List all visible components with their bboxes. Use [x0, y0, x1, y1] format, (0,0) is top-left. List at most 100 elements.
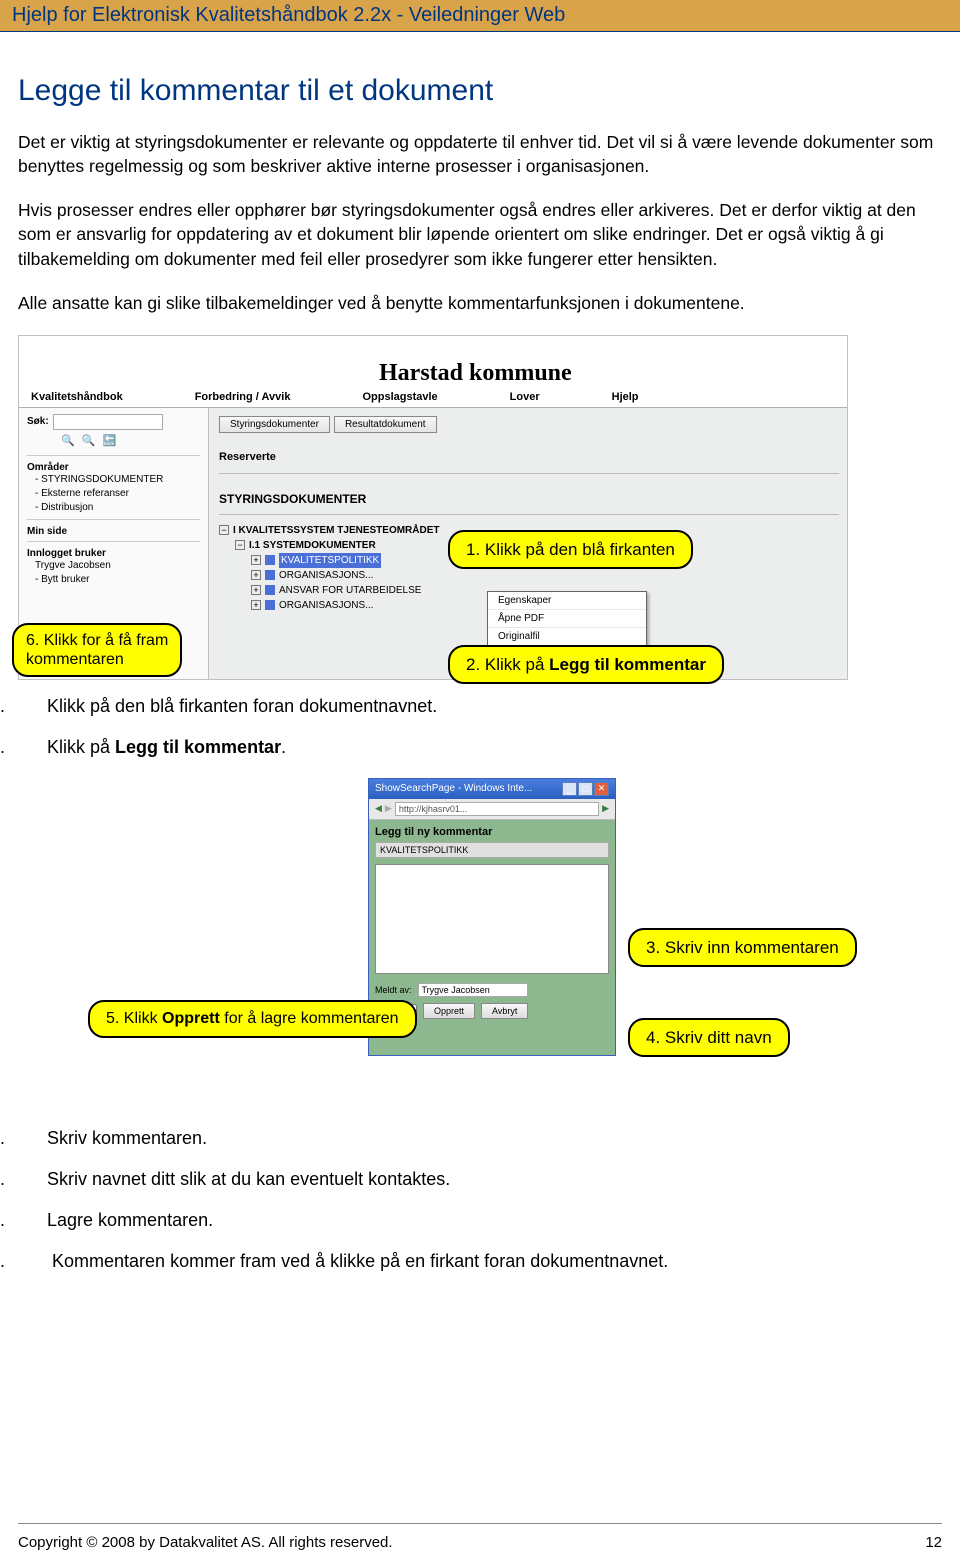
innlogget-label: Innlogget bruker — [27, 548, 200, 559]
popup-body: Legg til ny kommentar KVALITETSPOLITIKK … — [369, 820, 615, 1025]
step-5: 5. Lagre kommentaren. — [18, 1210, 942, 1231]
main-button-row: Styringsdokumenter Resultatdokument — [219, 416, 839, 433]
minside-label[interactable]: Min side — [27, 526, 200, 537]
callout-text: 1. Klikk på den blå firkanten — [466, 540, 675, 559]
doc-icon[interactable] — [265, 585, 275, 595]
meldt-label: Meldt av: — [375, 985, 412, 995]
expand-icon[interactable]: + — [251, 600, 261, 610]
step-bold: Legg til kommentar — [115, 737, 281, 757]
avbryt-button[interactable]: Avbryt — [481, 1003, 528, 1019]
tree-doc[interactable]: ORGANISASJONS... — [279, 568, 373, 583]
window-buttons: _ □ ✕ — [562, 782, 609, 796]
expand-icon[interactable]: + — [251, 585, 261, 595]
tab-forbedring[interactable]: Forbedring / Avvik — [195, 391, 291, 403]
callout-5: 5. Klikk Opprett for å lagre kommentaren — [88, 1000, 417, 1038]
comment-textarea[interactable] — [375, 864, 609, 974]
callout-1: 1. Klikk på den blå firkanten — [448, 530, 693, 569]
copyright: Copyright © 2008 by Datakvalitet AS. All… — [18, 1534, 393, 1551]
callout-text: 4. Skriv ditt navn — [646, 1028, 772, 1047]
omrade-item[interactable]: - STYRINGSDOKUMENTER — [35, 473, 200, 487]
callout-bold: Legg til kommentar — [549, 655, 706, 674]
forward-icon[interactable]: ▶ — [385, 803, 392, 814]
doc-icon[interactable] — [265, 570, 275, 580]
step-text: Lagre kommentaren. — [47, 1210, 213, 1230]
main-heading: Legge til kommentar til et dokument — [18, 74, 942, 108]
tree-doc-selected[interactable]: KVALITETSPOLITIKK — [279, 553, 381, 568]
step-3: 3. Skriv kommentaren. — [18, 1128, 942, 1149]
omrader-list: - STYRINGSDOKUMENTER - Eksterne referans… — [27, 473, 200, 515]
user-name: Trygve Jacobsen — [35, 559, 200, 573]
minimize-icon[interactable]: _ — [562, 782, 577, 796]
tree-doc[interactable]: ANSVAR FOR UTARBEIDELSE — [279, 583, 421, 598]
btn-styringsdokumenter[interactable]: Styringsdokumenter — [219, 416, 330, 433]
step-text: Klikk på — [47, 737, 115, 757]
screenshot2-wrap: ShowSearchPage - Windows Inte... _ □ ✕ ◀… — [18, 778, 942, 1118]
callout-text: 5. Klikk — [106, 1010, 162, 1027]
ctx-apne-pdf[interactable]: Åpne PDF — [488, 610, 646, 628]
expand-icon[interactable]: + — [251, 570, 261, 580]
page-number: 12 — [925, 1534, 942, 1551]
step-list: 1. Klikk på den blå firkanten foran doku… — [18, 696, 942, 758]
doc-icon[interactable] — [265, 600, 275, 610]
omrade-item[interactable]: - Eksterne referanser — [35, 487, 200, 501]
callout-text: 2. Klikk på — [466, 655, 549, 674]
callout-3: 3. Skriv inn kommentaren — [628, 928, 857, 967]
omrade-item[interactable]: - Distribusjon — [35, 501, 200, 515]
btn-resultatdokument[interactable]: Resultatdokument — [334, 416, 437, 433]
page-footer: Copyright © 2008 by Datakvalitet AS. All… — [18, 1523, 942, 1551]
meldt-row: Meldt av: — [375, 983, 609, 997]
search-label: Søk: — [27, 416, 49, 427]
callout-6: 6. Klikk for å få fram kommentaren — [12, 623, 182, 677]
tree-doc[interactable]: ORGANISASJONS... — [279, 598, 373, 613]
back-icon[interactable]: ◀ — [375, 803, 382, 814]
paragraph-2: Hvis prosesser endres eller opphører bør… — [18, 198, 942, 270]
step-text: Skriv kommentaren. — [47, 1128, 207, 1148]
tree-label: I KVALITETSSYSTEM TJENESTEOMRÅDET — [233, 523, 440, 538]
reserverte-header: Reserverte — [219, 451, 839, 463]
main-pane: Styringsdokumenter Resultatdokument Rese… — [219, 416, 839, 613]
popup-heading: Legg til ny kommentar — [375, 826, 609, 838]
app-tabs: Kvalitetshåndbok Forbedring / Avvik Opps… — [31, 391, 639, 403]
window-title: ShowSearchPage - Windows Inte... — [375, 783, 532, 794]
window-titlebar: ShowSearchPage - Windows Inte... _ □ ✕ — [369, 779, 615, 799]
tab-hjelp[interactable]: Hjelp — [612, 391, 639, 403]
content: Legge til kommentar til et dokument Det … — [0, 32, 960, 1312]
ctx-originalfil[interactable]: Originalfil — [488, 628, 646, 646]
callout-bold: Opprett — [162, 1010, 220, 1027]
section-title: STYRINGSDOKUMENTER — [219, 492, 839, 506]
step-list-2: 3. Skriv kommentaren. 4. Skriv navnet di… — [18, 1128, 942, 1272]
callout-text: 3. Skriv inn kommentaren — [646, 938, 839, 957]
expand-icon[interactable]: + — [251, 555, 261, 565]
opprett-button[interactable]: Opprett — [423, 1003, 475, 1019]
step-text: Kommentaren kommer fram ved å klikke på … — [52, 1251, 668, 1271]
search-input[interactable] — [53, 414, 163, 430]
callout-line: 6. Klikk for å få fram — [26, 631, 168, 650]
go-icon[interactable]: ▶ — [602, 803, 609, 814]
tab-oppslagstavle[interactable]: Oppslagstavle — [362, 391, 437, 403]
meldt-input[interactable] — [418, 983, 528, 997]
callout-line: kommentaren — [26, 650, 168, 669]
step-text: Klikk på den blå firkanten foran dokumen… — [47, 696, 437, 716]
step-1: 1. Klikk på den blå firkanten foran doku… — [18, 696, 942, 717]
maximize-icon[interactable]: □ — [578, 782, 593, 796]
bytt-bruker-link[interactable]: - Bytt bruker — [35, 573, 200, 587]
search-icons[interactable]: 🔍 🔍 🔙 — [61, 434, 200, 447]
user-info: Trygve Jacobsen - Bytt bruker — [27, 559, 200, 587]
step-text: Skriv navnet ditt slik at du kan eventue… — [47, 1169, 450, 1189]
doc-icon[interactable] — [265, 555, 275, 565]
tree-row[interactable]: + ORGANISASJONS... — [219, 568, 839, 583]
browser-toolbar: ◀ ▶ http://kjhasrv01... ▶ — [369, 799, 615, 820]
tab-lover[interactable]: Lover — [510, 391, 540, 403]
tab-kvalitetshandbok[interactable]: Kvalitetshåndbok — [31, 391, 123, 403]
paragraph-1: Det er viktig at styringsdokumenter er r… — [18, 130, 942, 178]
collapse-icon[interactable]: − — [219, 525, 229, 535]
callout-2: 2. Klikk på Legg til kommentar — [448, 645, 724, 684]
step-6: 6. Kommentaren kommer fram ved å klikke … — [18, 1251, 942, 1272]
app-logo: Harstad kommune — [379, 360, 572, 387]
ctx-egenskaper[interactable]: Egenskaper — [488, 592, 646, 610]
header-title: Hjelp for Elektronisk Kvalitetshåndbok 2… — [12, 4, 565, 26]
collapse-icon[interactable]: − — [235, 540, 245, 550]
close-icon[interactable]: ✕ — [594, 782, 609, 796]
search-row: Søk: — [27, 414, 200, 430]
url-field[interactable]: http://kjhasrv01... — [395, 802, 599, 816]
